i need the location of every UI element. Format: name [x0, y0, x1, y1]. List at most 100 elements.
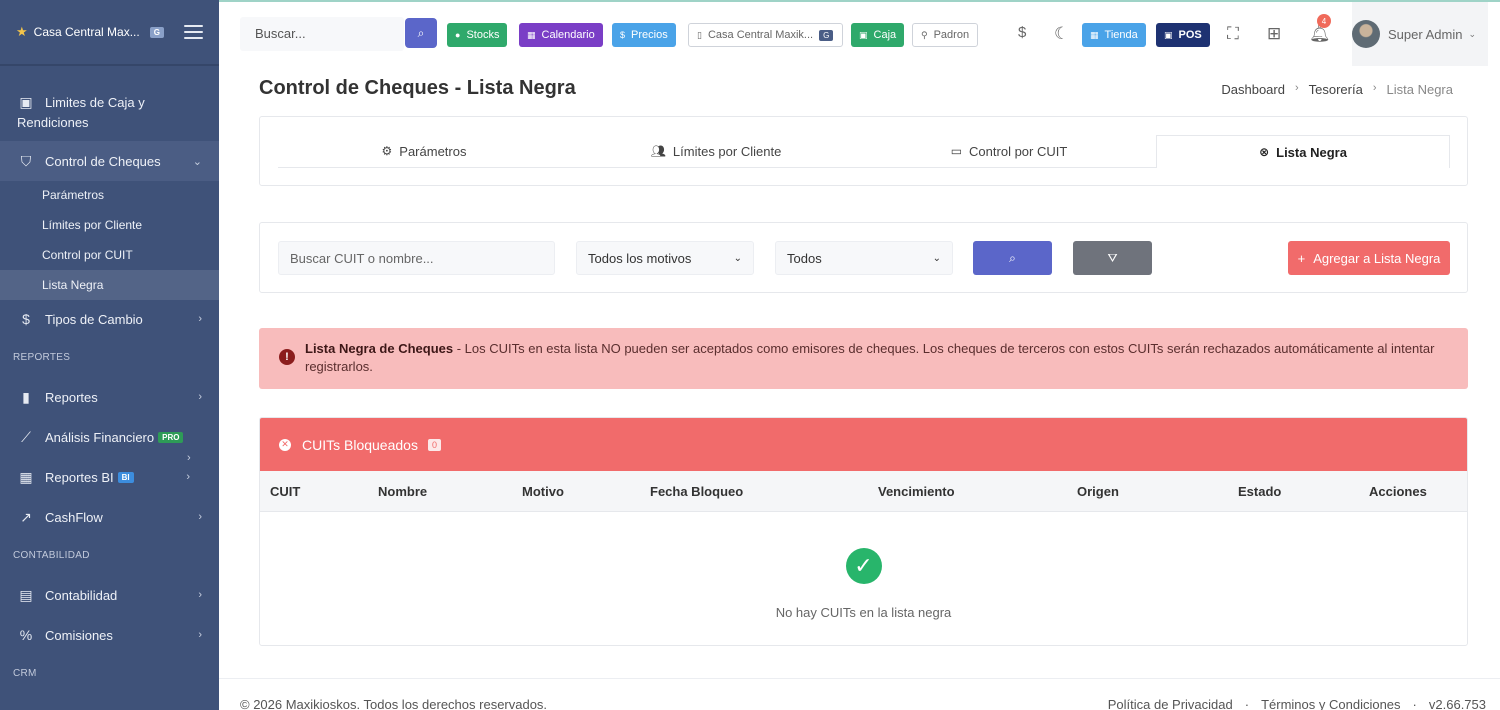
sidebar-item-comisiones[interactable]: % Comisiones ›: [0, 616, 219, 654]
add-label: Agregar a Lista Negra: [1313, 250, 1441, 266]
col-nombre[interactable]: Nombre: [378, 484, 427, 499]
user-menu[interactable]: Super Admin ⌄: [1352, 2, 1488, 66]
chevron-right-icon: ›: [198, 313, 202, 325]
precios-button[interactable]: $ Precios: [612, 23, 676, 47]
tab-parametros[interactable]: ⚙ Parámetros: [278, 135, 570, 168]
tab-label: Parámetros: [399, 143, 467, 159]
pos-button[interactable]: ▣ POS: [1156, 23, 1210, 47]
stocks-button[interactable]: ● Stocks: [447, 23, 508, 47]
col-origen[interactable]: Origen: [1077, 484, 1119, 499]
privacy-link[interactable]: Política de Privacidad: [1108, 697, 1233, 710]
empty-message: No hay CUITs en la lista negra: [775, 605, 952, 620]
calendario-button[interactable]: ▦ Calendario: [519, 23, 603, 47]
col-vencimiento[interactable]: Vencimiento: [878, 484, 955, 499]
tabs-card: ⚙ Parámetros 👥︎ Límites por Cliente ▭ Contr…: [259, 116, 1468, 186]
breadcrumb-dashboard[interactable]: Dashboard: [1221, 82, 1285, 97]
terms-link[interactable]: Términos y Condiciones: [1261, 697, 1400, 710]
search-button[interactable]: ⌕: [973, 241, 1052, 275]
sucursal-selector[interactable]: ▯ Casa Central Maxik... G: [688, 23, 843, 47]
col-motivo[interactable]: Motivo: [522, 484, 564, 499]
blocked-cuits-card: ✕ CUITs Bloqueados 0 CUIT Nombre Motivo …: [259, 417, 1468, 646]
sidebar-sub-parametros[interactable]: Parámetros: [0, 180, 219, 210]
col-acciones: Acciones: [1369, 484, 1427, 499]
sidebar-item-label: Control de Cheques: [45, 153, 161, 169]
clear-filters-button[interactable]: ⛛: [1073, 241, 1152, 275]
motivo-value: Todos los motivos: [588, 250, 692, 266]
check-circle-icon: ✓: [845, 548, 882, 584]
cash-register-icon: ▣: [1164, 29, 1173, 40]
motivo-select[interactable]: Todos los motivos ⌄: [576, 241, 754, 275]
breadcrumb: Dashboard › Tesorería › Lista Negra: [1221, 82, 1453, 97]
gear-icon: ⚙: [381, 144, 393, 158]
chevron-right-icon: ›: [1294, 82, 1299, 94]
trend-icon: ↗: [20, 508, 32, 525]
percent-icon: %: [19, 627, 33, 643]
sidebar-sub-lista-negra[interactable]: Lista Negra: [0, 270, 219, 300]
version-label: v2.66.753: [1428, 697, 1486, 710]
sidebar-sub-control-cuit[interactable]: Control por CUIT: [0, 240, 219, 270]
exclamation-circle-icon: !: [279, 349, 295, 365]
sidebar-item-tipos-cambio[interactable]: $ Tipos de Cambio ›: [0, 300, 219, 338]
breadcrumb-tesoreria[interactable]: Tesorería: [1309, 82, 1363, 97]
sucursal-label: Casa Central Maxik...: [707, 29, 814, 41]
cash-register-icon: ▣: [19, 94, 33, 110]
sidebar-item-cashflow[interactable]: ↗ CashFlow ›: [0, 498, 219, 536]
table-card-header: ✕ CUITs Bloqueados 0: [260, 418, 1467, 471]
estado-select[interactable]: Todos ⌄: [775, 241, 953, 275]
sidebar-item-reportes-bi[interactable]: ▦ Reportes BI BI ›: [0, 458, 219, 496]
avatar: [1352, 20, 1380, 48]
bar-chart-icon: ▮: [22, 388, 30, 405]
grid-apps-icon[interactable]: ⊞: [1267, 24, 1281, 44]
col-fecha-bloqueo[interactable]: Fecha Bloqueo: [650, 484, 743, 499]
chevron-right-icon: ›: [198, 629, 202, 641]
moon-icon[interactable]: ☾: [1054, 24, 1069, 44]
id-card-icon: ▭: [950, 144, 963, 158]
sidebar-item-label: CashFlow: [45, 509, 103, 525]
tienda-button[interactable]: ▦ Tienda: [1082, 23, 1146, 47]
hamburger-menu-icon[interactable]: [184, 25, 203, 39]
padron-button[interactable]: ⚲ Padron: [912, 23, 979, 47]
tab-lista-negra[interactable]: ⊗ Lista Negra: [1156, 135, 1450, 168]
cash-icon: ▣: [859, 29, 868, 40]
col-estado[interactable]: Estado: [1238, 484, 1281, 499]
padron-label: Padron: [933, 29, 970, 41]
user-search-icon: ⚲: [921, 29, 928, 40]
precios-label: Precios: [631, 29, 668, 41]
tab-limites-cliente[interactable]: 👥︎ Límites por Cliente: [570, 135, 862, 168]
global-search-button[interactable]: ⌕: [405, 18, 437, 48]
brand-name[interactable]: Casa Central Max...: [34, 25, 140, 39]
col-cuit[interactable]: CUIT: [270, 484, 300, 499]
fullscreen-icon[interactable]: ⛶: [1227, 24, 1239, 44]
sidebar-item-control-cheques[interactable]: ⛉ Control de Cheques ⌄: [0, 141, 219, 181]
caja-button[interactable]: ▣ Caja: [851, 23, 905, 47]
tab-control-cuit[interactable]: ▭ Control por CUIT: [862, 135, 1156, 168]
filter-card: Buscar CUIT o nombre... Todos los motivo…: [259, 222, 1468, 293]
table-title: CUITs Bloqueados: [302, 436, 418, 453]
add-to-blacklist-button[interactable]: + Agregar a Lista Negra: [1288, 241, 1450, 275]
users-icon: 👥︎: [650, 144, 666, 158]
chevron-down-icon: ⌄: [733, 252, 742, 264]
sidebar-item-contabilidad[interactable]: ▤ Contabilidad ›: [0, 576, 219, 614]
notification-badge: 4: [1317, 14, 1331, 28]
chevron-right-icon: ›: [198, 589, 202, 601]
sidebar-sub-limites-cliente[interactable]: Límites por Cliente: [0, 210, 219, 240]
empty-state: ✓ No hay CUITs en la lista negra: [260, 548, 1467, 620]
sidebar-item-reportes[interactable]: ▮ Reportes ›: [0, 378, 219, 416]
filter-clear-icon: ⛛: [1107, 250, 1118, 265]
sidebar: ★ Casa Central Max... G ▣ Limites de Caj…: [0, 0, 219, 710]
tab-label: Lista Negra: [1276, 144, 1347, 160]
sidebar-item-limites-caja[interactable]: ▣ Limites de Caja y Rendiciones: [0, 90, 219, 134]
sidebar-section-crm: CRM: [13, 668, 37, 679]
global-search-input[interactable]: Buscar...: [240, 17, 404, 51]
sidebar-section-reportes: REPORTES: [13, 352, 71, 363]
dollar-icon[interactable]: $: [1018, 24, 1026, 41]
book-icon: ▤: [19, 586, 33, 603]
circle-x-icon: ✕: [279, 438, 291, 451]
pro-badge: PRO: [158, 431, 184, 443]
estado-value: Todos: [787, 250, 822, 266]
cuit-search-input[interactable]: Buscar CUIT o nombre...: [278, 241, 555, 275]
circle-x-icon: ⊗: [1259, 145, 1270, 159]
tienda-label: Tienda: [1104, 29, 1138, 41]
brand-badge: G: [149, 26, 164, 38]
chevron-down-icon: ⌄: [192, 155, 202, 168]
